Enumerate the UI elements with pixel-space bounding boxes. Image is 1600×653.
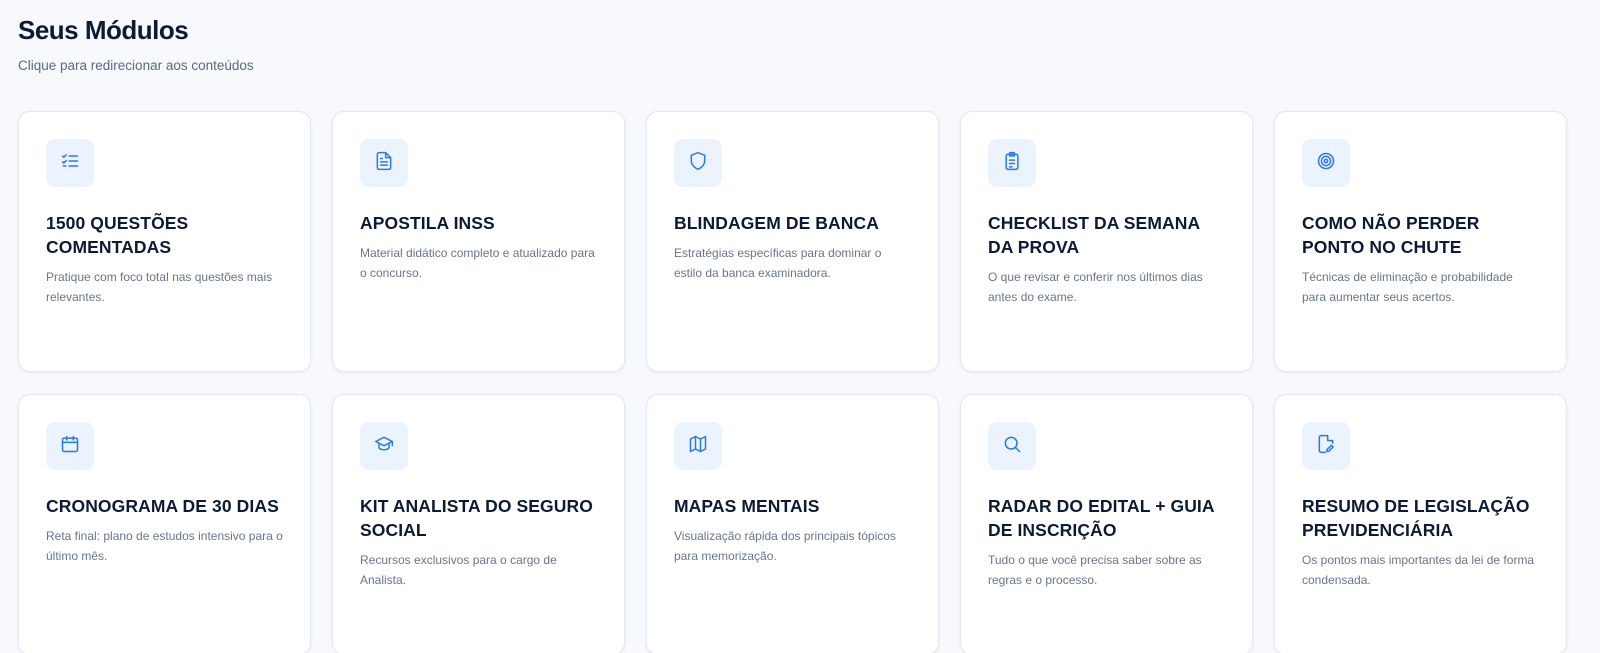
module-description: Pratique com foco total nas questões mai… (46, 270, 273, 304)
module-title: CRONOGRAMA DE 30 DIAS (46, 496, 279, 516)
module-title: KIT ANALISTA DO SEGURO SOCIAL (360, 496, 593, 540)
module-card-checklist[interactable]: CHECKLIST DA SEMANA DA PROVA O que revis… (960, 111, 1253, 372)
module-card-blindagem[interactable]: BLINDAGEM DE BANCA Estratégias específic… (646, 111, 939, 372)
module-icon-box (988, 139, 1036, 187)
module-title: RADAR DO EDITAL + GUIA DE INSCRIÇÃO (988, 496, 1214, 540)
modules-grid: 1500 QUESTÕES COMENTADAS Pratique com fo… (18, 111, 1582, 653)
module-description: Tudo o que você precisa saber sobre as r… (988, 553, 1202, 587)
module-description: Técnicas de eliminação e probabilidade p… (1302, 270, 1513, 304)
module-card-chute[interactable]: COMO NÃO PERDER PONTO NO CHUTE Técnicas … (1274, 111, 1567, 372)
module-icon-box (46, 139, 94, 187)
module-title: BLINDAGEM DE BANCA (674, 213, 879, 233)
module-description: Reta final: plano de estudos intensivo p… (46, 529, 283, 563)
module-card-cronograma[interactable]: CRONOGRAMA DE 30 DIAS Reta final: plano … (18, 394, 311, 653)
module-card-resumo[interactable]: RESUMO DE LEGISLAÇÃO PREVIDENCIÁRIA Os p… (1274, 394, 1567, 653)
module-icon-box (360, 139, 408, 187)
module-card-questoes[interactable]: 1500 QUESTÕES COMENTADAS Pratique com fo… (18, 111, 311, 372)
module-title: CHECKLIST DA SEMANA DA PROVA (988, 213, 1200, 257)
file-edit-icon (1316, 434, 1336, 459)
module-title: MAPAS MENTAIS (674, 496, 820, 516)
page-subtitle: Clique para redirecionar aos conteúdos (18, 58, 254, 73)
module-icon-box (674, 139, 722, 187)
module-description: Material didático completo e atualizado … (360, 246, 595, 280)
module-card-kit-analista[interactable]: KIT ANALISTA DO SEGURO SOCIAL Recursos e… (332, 394, 625, 653)
module-description: O que revisar e conferir nos últimos dia… (988, 270, 1203, 304)
graduation-cap-icon (374, 434, 394, 459)
document-icon (374, 151, 394, 176)
target-icon (1316, 151, 1336, 176)
search-icon (1002, 434, 1022, 459)
module-icon-box (988, 422, 1036, 470)
module-card-radar[interactable]: RADAR DO EDITAL + GUIA DE INSCRIÇÃO Tudo… (960, 394, 1253, 653)
module-description: Recursos exclusivos para o cargo de Anal… (360, 553, 557, 587)
calendar-icon (60, 434, 80, 459)
shield-icon (688, 151, 708, 176)
module-description: Visualização rápida dos principais tópic… (674, 529, 896, 563)
module-icon-box (1302, 139, 1350, 187)
list-check-icon (60, 151, 80, 176)
clipboard-icon (1002, 151, 1022, 176)
module-card-mapas[interactable]: MAPAS MENTAIS Visualização rápida dos pr… (646, 394, 939, 653)
module-title: RESUMO DE LEGISLAÇÃO PREVIDENCIÁRIA (1302, 496, 1530, 540)
module-title: APOSTILA INSS (360, 213, 495, 233)
module-description: Estratégias específicas para dominar o e… (674, 246, 882, 280)
module-icon-box (674, 422, 722, 470)
module-icon-box (46, 422, 94, 470)
module-icon-box (360, 422, 408, 470)
modules-page: Seus Módulos Clique para redirecionar ao… (0, 0, 1600, 653)
module-description: Os pontos mais importantes da lei de for… (1302, 553, 1535, 587)
page-title: Seus Módulos (18, 15, 189, 45)
module-icon-box (1302, 422, 1350, 470)
module-title: 1500 QUESTÕES COMENTADAS (46, 213, 189, 257)
module-title: COMO NÃO PERDER PONTO NO CHUTE (1302, 213, 1480, 257)
map-icon (688, 434, 708, 459)
module-card-apostila[interactable]: APOSTILA INSS Material didático completo… (332, 111, 625, 372)
